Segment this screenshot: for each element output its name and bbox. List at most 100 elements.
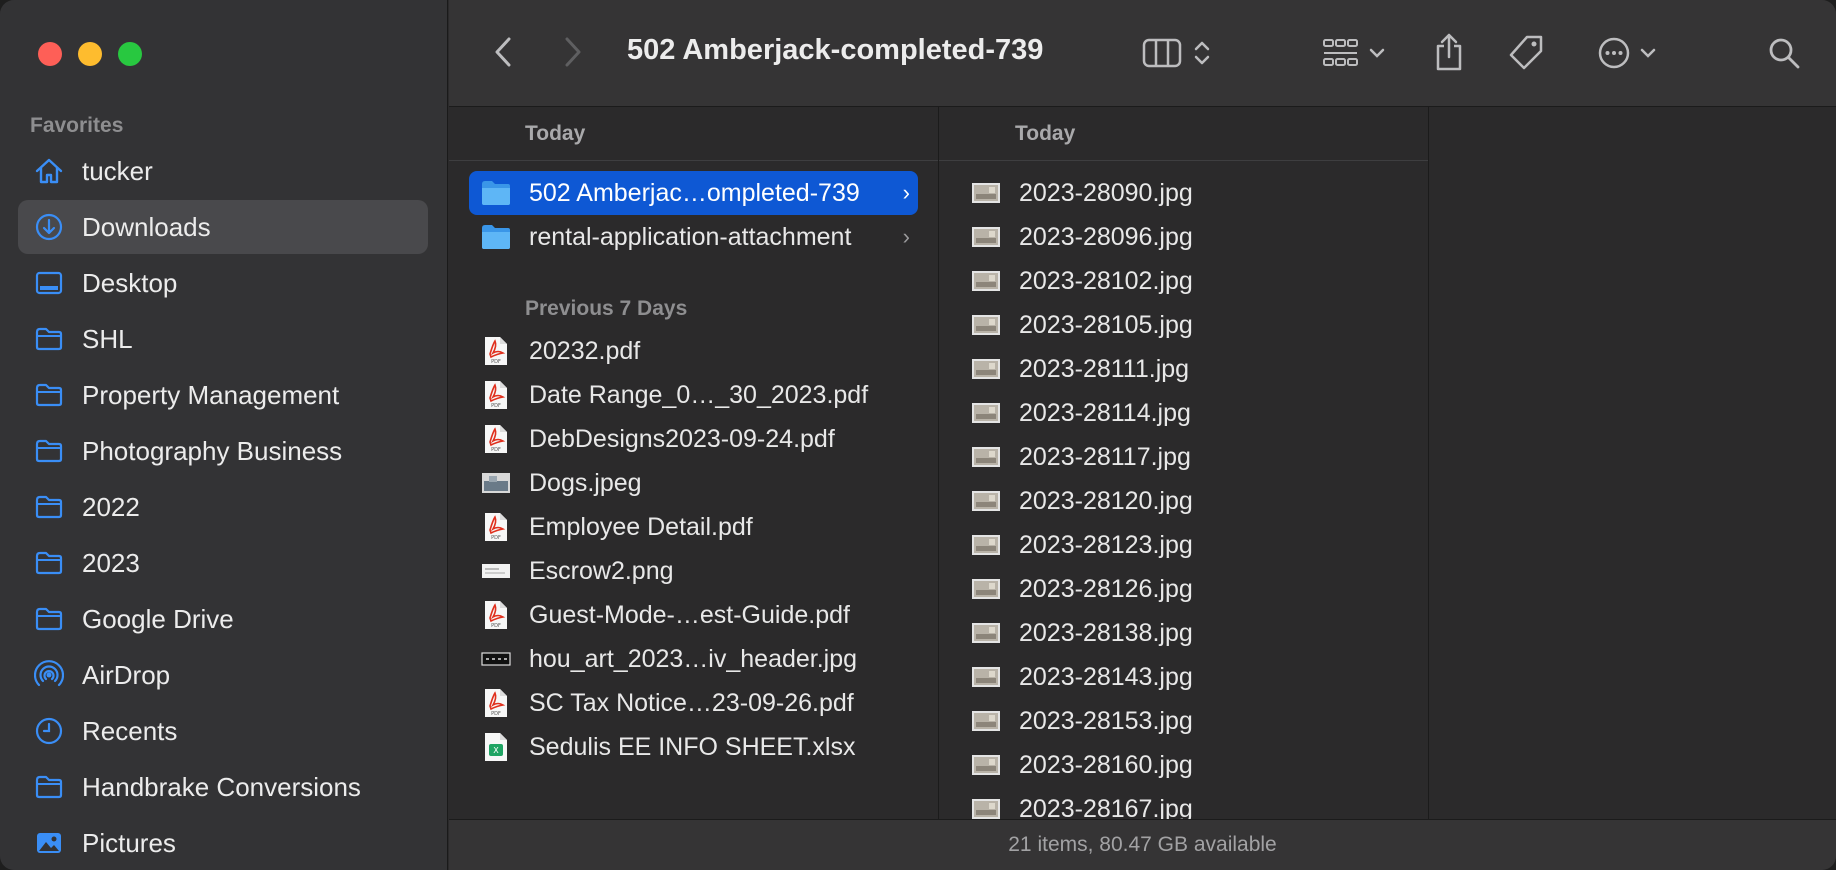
file-row[interactable]: 2023-28123.jpg [959,523,1408,567]
folder-icon [34,604,64,634]
folder-row[interactable]: rental-application-attachment › [469,215,918,259]
file-row[interactable]: Dogs.jpeg [469,461,918,505]
svg-text:PDF: PDF [491,447,501,453]
sidebar-item-desktop[interactable]: Desktop [18,256,428,310]
file-row[interactable]: 2023-28120.jpg [959,479,1408,523]
share-button[interactable] [1429,30,1469,74]
file-name: Escrow2.png [529,556,674,585]
file-row[interactable]: Escrow2.png [469,549,918,593]
tags-button[interactable] [1505,32,1547,74]
file-name: DebDesigns2023-09-24.pdf [529,424,835,453]
image-thumbnail-icon [971,662,1001,692]
sidebar-item-handbrake-conversions[interactable]: Handbrake Conversions [18,760,428,814]
status-text: 21 items, 80.47 GB available [1008,833,1277,856]
column-folder-contents: Today 2023-28090.jpg 2023-28096.jpg 2023-2… [939,107,1429,820]
folder-icon [34,772,64,802]
file-name: 2023-28117.jpg [1019,442,1191,471]
file-name: 2023-28153.jpg [1019,706,1193,735]
sidebar-item-label: Downloads [82,211,211,242]
image-thumbnail-icon [971,706,1001,736]
file-row[interactable]: 2023-28117.jpg [959,435,1408,479]
file-row[interactable]: PDF Date Range_0…_30_2023.pdf [469,373,918,417]
folder-icon [34,380,64,410]
today-group: 502 Amberjac…ompleted-739 › rental-applica… [449,161,938,259]
image-thumbnail-icon [971,442,1001,472]
file-name: 2023-28111.jpg [1019,354,1190,383]
grid-group-icon [1323,39,1358,66]
section-previous-7-days[interactable]: Previous 7 Days [449,289,938,329]
sidebar-item-label: tucker [82,155,153,186]
status-bar: 21 items, 80.47 GB available [449,819,1836,870]
sidebar-item-photography-business[interactable]: Photography Business [18,424,428,478]
window-title: 502 Amberjack-completed-739 [627,34,1044,66]
column-header-today[interactable]: Today [939,107,1428,161]
file-row[interactable]: PDF SC Tax Notice…23-09-26.pdf [469,681,918,725]
file-row[interactable]: hou_art_2023…iv_header.jpg [469,637,918,681]
column-header-today[interactable]: Today [449,107,938,161]
file-row[interactable]: 2023-28143.jpg [959,655,1408,699]
image-icon [481,468,511,498]
sidebar-item-google-drive[interactable]: Google Drive [18,592,428,646]
file-name: 2023-28120.jpg [1019,486,1193,515]
file-row[interactable]: 2023-28090.jpg [959,171,1408,215]
image-thumbnail-icon [971,794,1001,820]
image-thumbnail-icon [971,178,1001,208]
pdf-icon: PDF [481,688,511,718]
folder-icon [34,324,64,354]
file-row[interactable]: 2023-28102.jpg [959,259,1408,303]
sidebar-item-downloads[interactable]: Downloads [18,200,428,254]
file-name: Guest-Mode-…est-Guide.pdf [529,600,850,629]
file-row[interactable]: 2023-28096.jpg [959,215,1408,259]
previous-7-days-group: PDF 20232.pdf PDF Date Range_0…_30_2023.pdf… [449,329,938,769]
png-icon [481,556,511,586]
sidebar-item-2022[interactable]: 2022 [18,480,428,534]
sidebar-item-2023[interactable]: 2023 [18,536,428,590]
banner-icon [481,644,511,674]
xlsx-icon: X [481,732,511,762]
fullscreen-window-button[interactable] [118,42,142,66]
image-thumbnail-icon [971,310,1001,340]
file-name: 2023-28123.jpg [1019,530,1193,559]
file-name: rental-application-attachment [529,222,852,251]
file-row[interactable]: PDF Guest-Mode-…est-Guide.pdf [469,593,918,637]
search-button[interactable] [1763,32,1805,74]
file-row[interactable]: 2023-28160.jpg [959,743,1408,787]
file-row[interactable]: PDF 20232.pdf [469,329,918,373]
group-by-button[interactable] [1317,32,1391,74]
sidebar-item-label: 2022 [82,491,140,522]
svg-text:PDF: PDF [491,711,501,717]
file-row[interactable]: 2023-28167.jpg [959,787,1408,820]
sidebar-item-airdrop[interactable]: AirDrop [18,648,428,702]
airdrop-icon [34,660,64,690]
image-thumbnail-icon [971,222,1001,252]
file-row[interactable]: X Sedulis EE INFO SHEET.xlsx [469,725,918,769]
image-thumbnail-icon [971,574,1001,604]
sidebar-item-tucker[interactable]: tucker [18,144,428,198]
file-row[interactable]: 2023-28138.jpg [959,611,1408,655]
chevron-down-icon [1369,48,1385,58]
sidebar-item-pictures[interactable]: Pictures [18,816,428,870]
sidebar-item-property-management[interactable]: Property Management [18,368,428,422]
file-row[interactable]: 2023-28114.jpg [959,391,1408,435]
back-button[interactable] [487,32,519,72]
file-row[interactable]: PDF Employee Detail.pdf [469,505,918,549]
minimize-window-button[interactable] [78,42,102,66]
file-row[interactable]: 2023-28105.jpg [959,303,1408,347]
file-row[interactable]: 2023-28126.jpg [959,567,1408,611]
sidebar-item-shl[interactable]: SHL [18,312,428,366]
folder-row[interactable]: 502 Amberjac…ompleted-739 › [469,171,918,215]
view-mode-button[interactable] [1135,32,1219,74]
close-window-button[interactable] [38,42,62,66]
forward-button[interactable] [557,32,589,72]
pdf-icon: PDF [481,336,511,366]
file-name: 2023-28114.jpg [1019,398,1191,427]
file-row[interactable]: 2023-28111.jpg [959,347,1408,391]
more-actions-button[interactable] [1591,32,1663,74]
sidebar-item-recents[interactable]: Recents [18,704,428,758]
file-name: hou_art_2023…iv_header.jpg [529,644,858,673]
sidebar-item-label: 2023 [82,547,140,578]
home-icon [34,156,64,186]
chevron-right-icon [565,37,581,67]
file-row[interactable]: 2023-28153.jpg [959,699,1408,743]
file-row[interactable]: PDF DebDesigns2023-09-24.pdf [469,417,918,461]
